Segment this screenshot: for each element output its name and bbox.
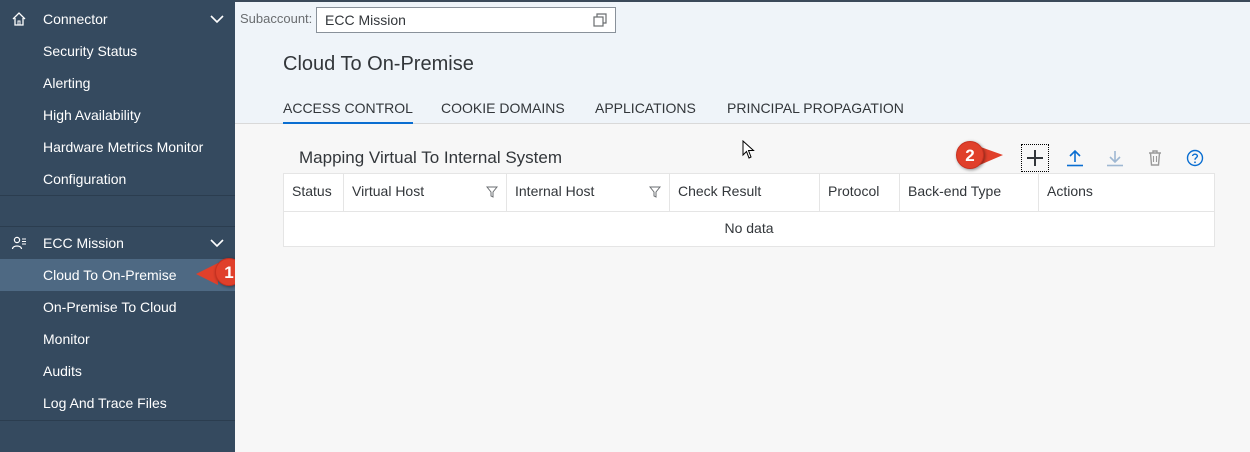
tab-principal-propagation[interactable]: PRINCIPAL PROPAGATION	[727, 100, 904, 124]
column-header-protocol[interactable]: Protocol	[820, 174, 900, 211]
chevron-down-icon[interactable]	[209, 235, 225, 251]
column-label: Check Result	[678, 183, 762, 199]
column-label: Internal Host	[515, 183, 595, 199]
page-title: Cloud To On-Premise	[283, 53, 474, 75]
sidebar-divider	[0, 195, 235, 196]
sidebar-group-ecc-mission[interactable]: ECC Mission	[0, 227, 235, 259]
mouse-cursor-icon	[742, 140, 755, 159]
sidebar-item-security-status[interactable]: Security Status	[0, 35, 235, 67]
table-title: Mapping Virtual To Internal System	[299, 148, 563, 167]
download-button[interactable]	[1101, 144, 1129, 172]
sidebar-group-label: ECC Mission	[43, 235, 124, 251]
table-header-row: Status Virtual Host Internal Host Check …	[284, 174, 1214, 212]
sidebar-item-log-and-trace-files[interactable]: Log And Trace Files	[0, 387, 235, 419]
filter-icon[interactable]	[486, 186, 498, 198]
mapping-table: Status Virtual Host Internal Host Check …	[283, 173, 1215, 247]
column-label: Back-end Type	[908, 183, 1002, 199]
help-button[interactable]	[1181, 144, 1209, 172]
sidebar-item-high-availability[interactable]: High Availability	[0, 99, 235, 131]
column-header-back-end-type[interactable]: Back-end Type	[900, 174, 1039, 211]
sidebar-item-audits[interactable]: Audits	[0, 355, 235, 387]
sidebar-divider	[0, 420, 235, 421]
column-header-status[interactable]: Status	[284, 174, 344, 211]
add-button[interactable]	[1021, 144, 1049, 172]
column-header-check-result[interactable]: Check Result	[670, 174, 820, 211]
sidebar: Connector Security Status Alerting High …	[0, 0, 235, 452]
chevron-down-icon[interactable]	[209, 11, 225, 27]
column-label: Actions	[1047, 183, 1093, 199]
sidebar-item-on-premise-to-cloud[interactable]: On-Premise To Cloud	[0, 291, 235, 323]
download-icon	[1107, 151, 1123, 167]
filter-icon[interactable]	[649, 186, 661, 198]
delete-icon	[1149, 150, 1161, 166]
tab-access-control[interactable]: ACCESS CONTROL	[283, 100, 413, 124]
sidebar-item-monitor[interactable]: Monitor	[0, 323, 235, 355]
upload-icon	[1067, 149, 1083, 167]
column-header-virtual-host[interactable]: Virtual Host	[344, 174, 507, 211]
add-icon	[1027, 150, 1043, 166]
column-header-actions[interactable]: Actions	[1039, 174, 1214, 211]
table-empty-row: No data	[284, 212, 1214, 246]
callout-badge-2: 2	[956, 141, 984, 169]
column-label: Protocol	[828, 183, 880, 199]
value-help-icon[interactable]	[593, 13, 607, 27]
column-label: Status	[292, 183, 332, 199]
subaccount-label: Subaccount:	[240, 10, 313, 26]
upload-button[interactable]	[1061, 144, 1089, 172]
delete-button[interactable]	[1141, 144, 1169, 172]
sidebar-group-connector[interactable]: Connector	[0, 3, 235, 35]
home-icon	[9, 9, 29, 29]
sidebar-item-hardware-metrics-monitor[interactable]: Hardware Metrics Monitor	[0, 131, 235, 163]
page-header: Cloud To On-Premise ACCESS CONTROL COOKI…	[235, 34, 1250, 124]
person-settings-icon	[9, 233, 29, 253]
main-content: Mapping Virtual To Internal System Statu…	[235, 124, 1250, 452]
tab-applications[interactable]: APPLICATIONS	[595, 100, 696, 124]
help-icon	[1186, 149, 1204, 167]
sidebar-group-label: Connector	[43, 11, 108, 27]
subaccount-bar: Subaccount: ECC Mission	[235, 0, 1250, 34]
sidebar-item-configuration[interactable]: Configuration	[0, 163, 235, 195]
column-label: Virtual Host	[352, 183, 425, 199]
column-header-internal-host[interactable]: Internal Host	[507, 174, 670, 211]
sidebar-item-alerting[interactable]: Alerting	[0, 67, 235, 99]
subaccount-value: ECC Mission	[325, 12, 406, 28]
tab-cookie-domains[interactable]: COOKIE DOMAINS	[441, 100, 565, 124]
no-data-text: No data	[724, 220, 774, 236]
subaccount-input[interactable]: ECC Mission	[316, 7, 616, 33]
